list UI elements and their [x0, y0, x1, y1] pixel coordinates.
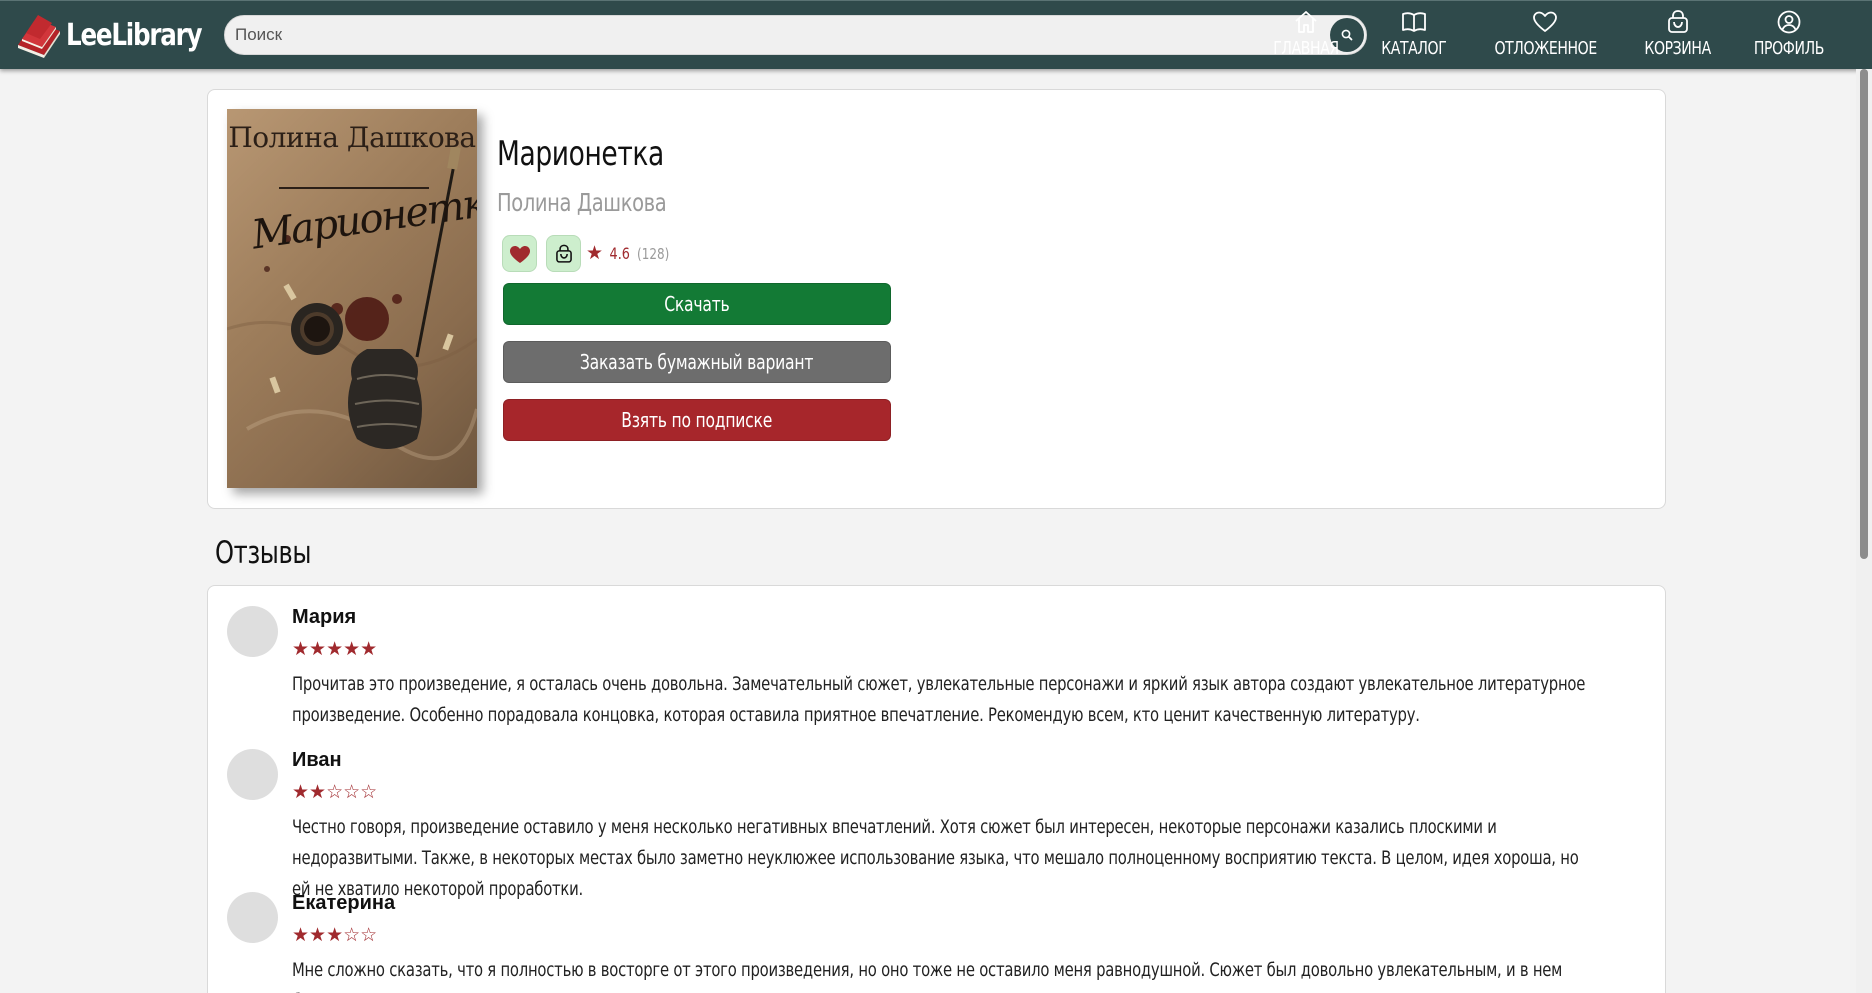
download-button-label: Скачать [664, 292, 730, 316]
heart-filled-icon [509, 245, 530, 263]
scrollbar-thumb[interactable] [1860, 69, 1868, 559]
review-stars: ★★★☆☆ [292, 925, 378, 946]
avatar [227, 749, 278, 800]
bag-icon [1667, 10, 1688, 33]
rating-value: 4.6 [609, 244, 630, 263]
book-icon [1401, 12, 1426, 32]
star-icon: ★ [586, 243, 604, 264]
heart-icon [1533, 11, 1558, 32]
book-logo-icon [18, 15, 60, 58]
search-input[interactable] [235, 22, 1315, 48]
review-text: Честно говоря, произведение оставило у м… [292, 816, 1579, 900]
book-title: Марионетка [497, 134, 664, 174]
user-icon [1777, 10, 1801, 34]
reviews-heading: Отзывы [215, 535, 312, 571]
book-author[interactable]: Полина Дашкова [497, 188, 667, 217]
bag-icon [555, 244, 572, 263]
reviewer-name: Екатерина [292, 892, 396, 914]
nav-saved[interactable]: ОТЛОЖЕННОЕ [1468, 7, 1623, 65]
nav-saved-label: ОТЛОЖЕННОЕ [1494, 38, 1597, 59]
review-stars: ★★☆☆☆ [292, 782, 378, 803]
avatar [227, 606, 278, 657]
subscribe-button-label: Взять по подписке [621, 408, 773, 432]
review-text: Мне сложно сказать, что я полностью в во… [292, 959, 1563, 993]
favorite-button[interactable] [502, 235, 537, 272]
review-text: Прочитав это произведение, я осталась оч… [292, 673, 1586, 726]
logo[interactable]: LeeLibrary [14, 9, 231, 61]
download-button[interactable]: Скачать [503, 283, 891, 325]
nav-cart-label: КОРЗИНА [1644, 38, 1711, 59]
nav-profile-label: ПРОФИЛЬ [1753, 38, 1825, 59]
book-cover[interactable]: Полина Дашкова Марионетка [227, 109, 477, 488]
subscribe-button[interactable]: Взять по подписке [503, 399, 891, 441]
book-rating: ★ 4.6 (128) [586, 242, 673, 265]
cover-illustration [227, 146, 477, 461]
reviews-list: Мария ★★★★★ Прочитав это произведение, я… [207, 585, 1666, 993]
nav-profile[interactable]: ПРОФИЛЬ [1732, 7, 1846, 65]
nav-catalog[interactable]: КАТАЛОГ [1360, 7, 1468, 65]
review-stars: ★★★★★ [292, 639, 378, 660]
reviewer-name: Мария [292, 606, 357, 628]
order-paper-button-label: Заказать бумажный вариант [580, 350, 814, 374]
cover-author-text: Полина Дашкова [228, 121, 476, 154]
logo-text: LeeLibrary [66, 17, 203, 53]
cover-divider [279, 187, 429, 189]
page-scrollbar[interactable] [1856, 69, 1872, 993]
book-card: Полина Дашкова Марионетка Марионетка Пол… [207, 89, 1666, 509]
home-icon [1295, 11, 1317, 33]
nav-catalog-label: КАТАЛОГ [1381, 38, 1447, 59]
reviewer-name: Иван [292, 749, 342, 771]
nav-cart[interactable]: КОРЗИНА [1623, 7, 1732, 65]
order-paper-button[interactable]: Заказать бумажный вариант [503, 341, 891, 383]
main-nav: ГЛАВНАЯ КАТАЛОГ ОТЛОЖЕННОЕ КОРЗИНА ПРОФИ… [1252, 7, 1846, 65]
avatar [227, 892, 278, 943]
top-navbar: LeeLibrary ГЛАВНАЯ КАТАЛОГ [0, 0, 1872, 69]
search-bar [224, 15, 1367, 55]
add-to-cart-button[interactable] [546, 235, 581, 272]
nav-home-label: ГЛАВНАЯ [1273, 38, 1339, 59]
rating-count: (128) [636, 245, 669, 263]
nav-home[interactable]: ГЛАВНАЯ [1252, 7, 1360, 65]
